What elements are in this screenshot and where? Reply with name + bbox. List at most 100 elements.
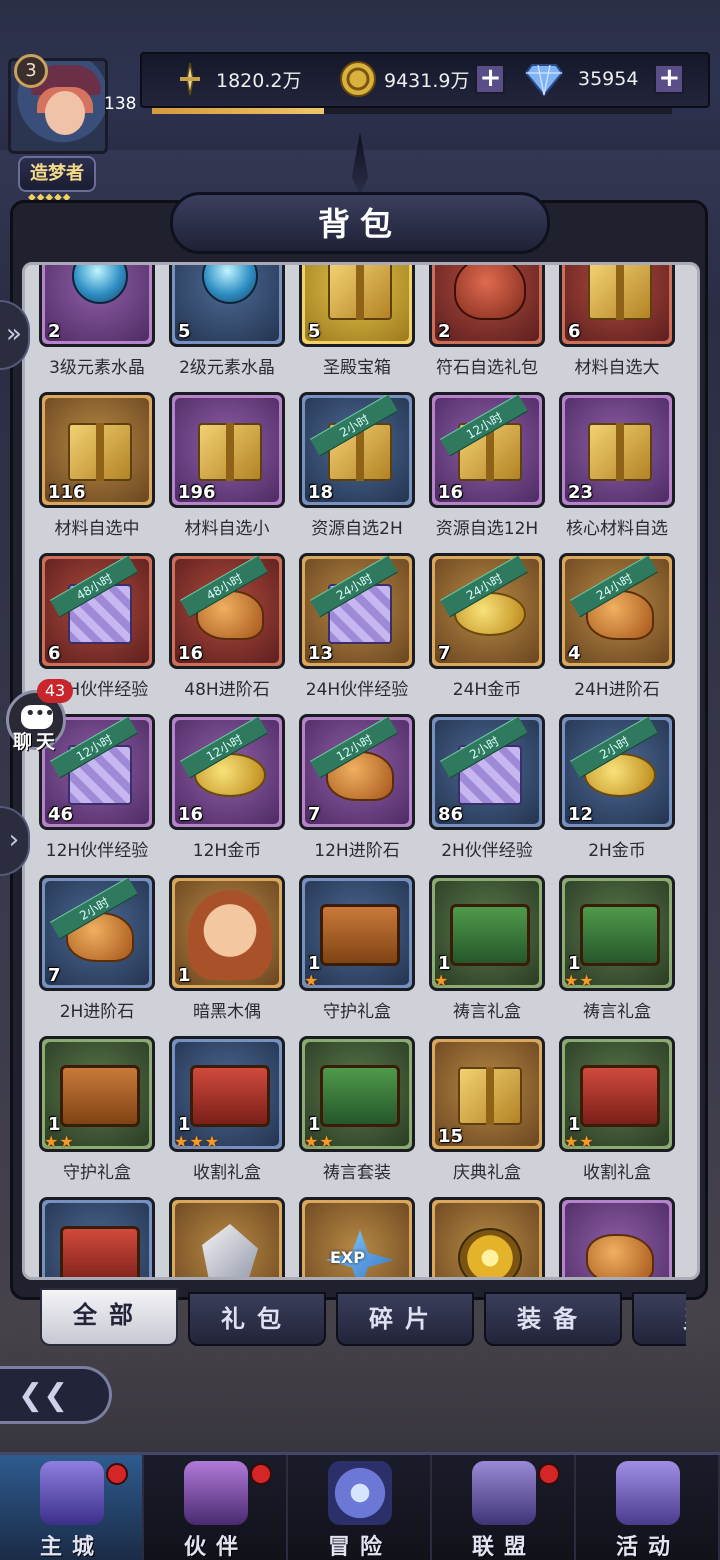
- item-cell[interactable]: 48小时 16 48H进阶石: [169, 553, 293, 713]
- item-cell[interactable]: 5 2级元素水晶: [169, 265, 293, 391]
- item-icon[interactable]: [39, 1197, 155, 1277]
- item-icon[interactable]: 12小时 7: [299, 714, 415, 830]
- item-icon[interactable]: 5: [169, 265, 285, 347]
- item-cell[interactable]: 116 材料自选中: [39, 392, 163, 552]
- item-icon[interactable]: 24小时 7: [429, 553, 545, 669]
- item-icon[interactable]: 5: [299, 265, 415, 347]
- chat-button[interactable]: 聊天 43: [6, 679, 73, 753]
- category-tab[interactable]: 全部: [40, 1288, 178, 1346]
- category-tab[interactable]: 装备: [484, 1292, 622, 1346]
- nav-tab[interactable]: 伙伴: [144, 1455, 288, 1560]
- item-cell[interactable]: 12小时 7 12H进阶石: [299, 714, 423, 874]
- item-cell[interactable]: 12小时 16 资源自选12H: [429, 392, 553, 552]
- item-cell[interactable]: [39, 1197, 163, 1277]
- item-icon[interactable]: 1: [169, 875, 285, 991]
- item-cell[interactable]: 1 ★ 祷言礼盒: [429, 875, 553, 1035]
- item-cell[interactable]: 1 ★★ 祷言套装: [299, 1036, 423, 1196]
- item-icon[interactable]: 2: [429, 265, 545, 347]
- item-cell[interactable]: 12小时 16 12H金币: [169, 714, 293, 874]
- item-icon[interactable]: 1 ★★: [299, 1036, 415, 1152]
- item-icon[interactable]: 196: [169, 392, 285, 508]
- item-icon[interactable]: 12小时 16: [429, 392, 545, 508]
- item-count: 5: [178, 321, 191, 342]
- item-cell[interactable]: 2小时 12 2H金币: [559, 714, 683, 874]
- item-icon[interactable]: 116: [39, 392, 155, 508]
- item-cell[interactable]: 1 暗黑木偶: [169, 875, 293, 1035]
- item-cell[interactable]: 15 庆典礼盒: [429, 1036, 553, 1196]
- item-cell[interactable]: 1 ★★ 收割礼盒: [559, 1036, 683, 1196]
- item-name: 材料自选大: [574, 358, 660, 378]
- item-cell[interactable]: 196 材料自选小: [169, 392, 293, 552]
- item-icon[interactable]: 2小时 18: [299, 392, 415, 508]
- item-icon[interactable]: 1 ★★★: [169, 1036, 285, 1152]
- item-icon[interactable]: 2小时 86: [429, 714, 545, 830]
- item-count: 16: [178, 643, 204, 664]
- item-cell[interactable]: [429, 1197, 553, 1277]
- item-name: 庆典礼盒: [453, 1163, 521, 1183]
- category-tab[interactable]: 碎片: [336, 1292, 474, 1346]
- item-icon[interactable]: 2: [39, 265, 155, 347]
- item-cell[interactable]: 6 材料自选大: [559, 265, 683, 391]
- nav-tab[interactable]: 冒险: [288, 1455, 432, 1560]
- item-icon[interactable]: 48小时 16: [169, 553, 285, 669]
- category-tab[interactable]: 礼包: [188, 1292, 326, 1346]
- item-icon[interactable]: 48小时 6: [39, 553, 155, 669]
- item-cell[interactable]: 24小时 13 24H伙伴经验: [299, 553, 423, 713]
- item-icon[interactable]: 23: [559, 392, 675, 508]
- item-name: 核心材料自选: [566, 519, 668, 539]
- item-cell[interactable]: 24小时 4 24H进阶石: [559, 553, 683, 713]
- item-cell[interactable]: 2小时 18 资源自选2H: [299, 392, 423, 552]
- nav-tab[interactable]: 主城: [0, 1455, 144, 1560]
- item-cell[interactable]: [559, 1197, 683, 1277]
- back-button[interactable]: ❮❮: [0, 1366, 112, 1424]
- item-icon[interactable]: 1 ★: [299, 875, 415, 991]
- item-name: 2H进阶石: [59, 1002, 135, 1022]
- item-cell[interactable]: 2 3级元素水晶: [39, 265, 163, 391]
- nav-label: 伙伴: [183, 1535, 248, 1560]
- item-name: 48H进阶石: [184, 680, 270, 700]
- item-cell[interactable]: 2小时 7 2H进阶石: [39, 875, 163, 1035]
- category-tab[interactable]: 灵: [632, 1292, 686, 1346]
- nav-tab[interactable]: 活动: [576, 1455, 720, 1560]
- item-cell[interactable]: 1 ★ 守护礼盒: [299, 875, 423, 1035]
- item-cell[interactable]: 1 ★★ 祷言礼盒: [559, 875, 683, 1035]
- add-diamond-button[interactable]: +: [654, 64, 685, 94]
- nav-tab[interactable]: 联盟: [432, 1455, 576, 1560]
- item-icon[interactable]: 24小时 13: [299, 553, 415, 669]
- item-icon[interactable]: EXP: [299, 1197, 415, 1277]
- chest-red-icon: [60, 1226, 140, 1277]
- item-icon[interactable]: [559, 1197, 675, 1277]
- item-icon[interactable]: 1 ★: [429, 875, 545, 991]
- item-cell[interactable]: 1 ★★ 守护礼盒: [39, 1036, 163, 1196]
- item-icon[interactable]: 6: [559, 265, 675, 347]
- box-icon: [328, 265, 392, 320]
- item-icon[interactable]: 1 ★★: [559, 875, 675, 991]
- item-icon[interactable]: [169, 1197, 285, 1277]
- item-cell[interactable]: 5 圣殿宝箱: [299, 265, 423, 391]
- item-count: 2: [438, 321, 451, 342]
- item-cell[interactable]: 1 ★★★ 收割礼盒: [169, 1036, 293, 1196]
- item-icon[interactable]: 15: [429, 1036, 545, 1152]
- item-cell[interactable]: [169, 1197, 293, 1277]
- item-icon[interactable]: 24小时 4: [559, 553, 675, 669]
- item-name: 资源自选12H: [435, 519, 539, 539]
- player-title-badge[interactable]: 造梦者: [18, 156, 96, 192]
- item-icon[interactable]: [429, 1197, 545, 1277]
- item-cell[interactable]: EXP: [299, 1197, 423, 1277]
- chest-red-icon: [190, 1065, 270, 1127]
- item-count: 5: [308, 321, 321, 342]
- item-icon[interactable]: 1 ★★: [39, 1036, 155, 1152]
- item-icon[interactable]: 2小时 12: [559, 714, 675, 830]
- add-gold-button[interactable]: +: [475, 64, 506, 94]
- item-icon[interactable]: 2小时 7: [39, 875, 155, 991]
- item-icon[interactable]: 1 ★★: [559, 1036, 675, 1152]
- bag-panel[interactable]: 2 3级元素水晶 5 2级元素水晶 5 圣殿宝箱 2 符石自选礼包 6 材料自选大 116 材料自选中…: [22, 262, 700, 1280]
- item-icon[interactable]: 12小时 16: [169, 714, 285, 830]
- item-cell[interactable]: 24小时 7 24H金币: [429, 553, 553, 713]
- item-cell[interactable]: 2小时 86 2H伙伴经验: [429, 714, 553, 874]
- player-level: 3: [14, 54, 48, 88]
- item-cell[interactable]: 23 核心材料自选: [559, 392, 683, 552]
- gold-resource: 9431.9万 +: [338, 58, 506, 100]
- gold-value: 9431.9万: [384, 69, 470, 92]
- item-cell[interactable]: 2 符石自选礼包: [429, 265, 553, 391]
